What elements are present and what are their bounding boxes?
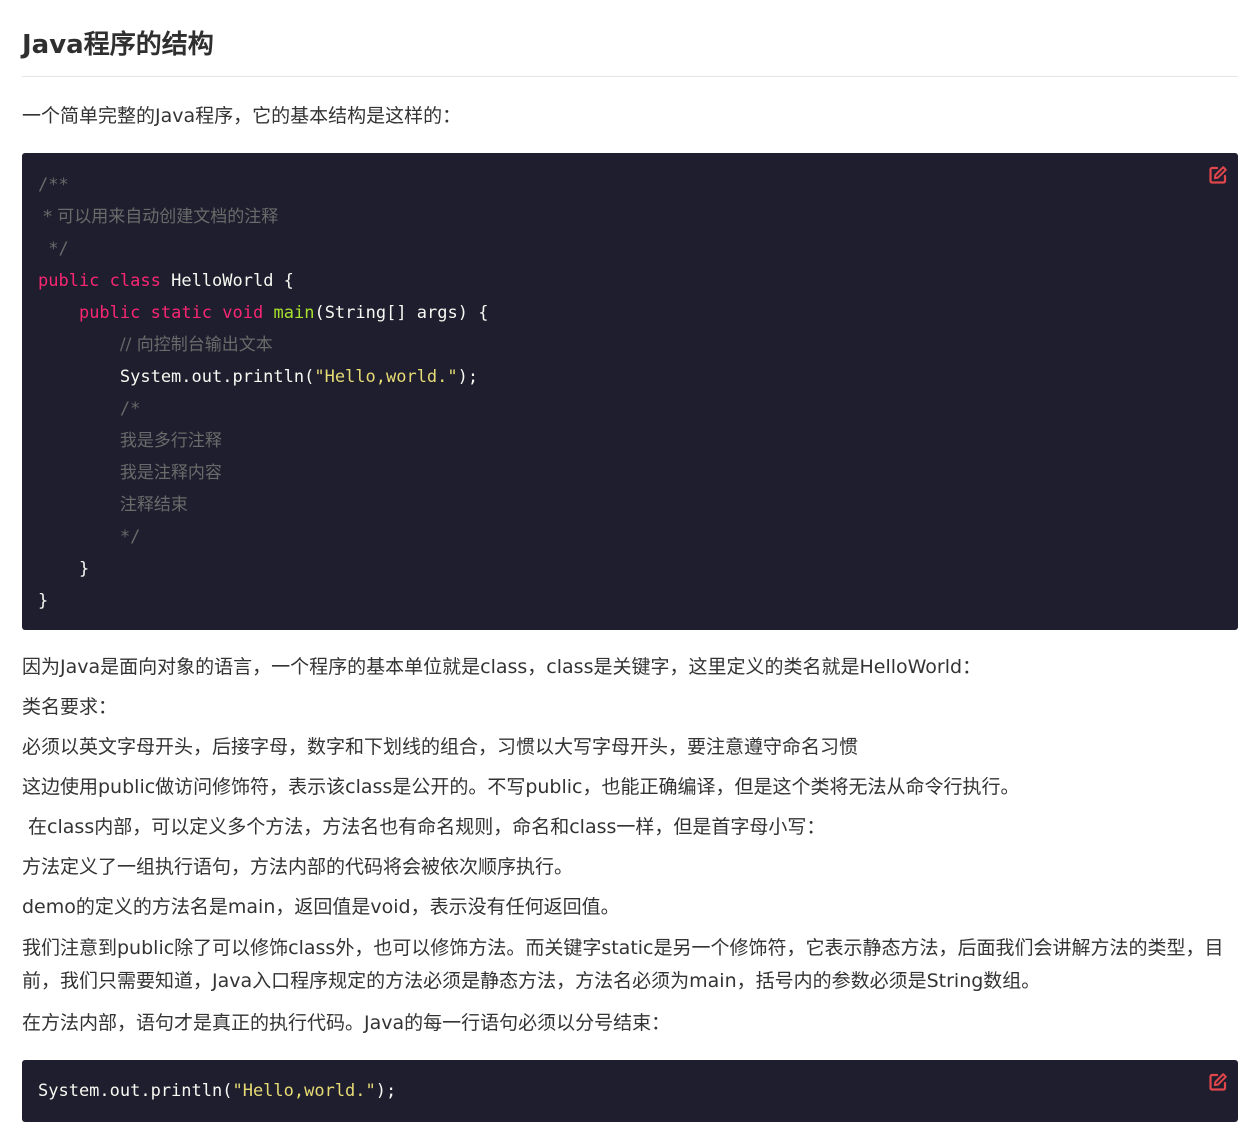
code-token-comment: 我是注释内容 xyxy=(119,463,222,483)
code-token-comment: 注释结束 xyxy=(119,495,188,515)
code-token-comment: */ xyxy=(119,527,141,547)
article: Java程序的结构 一个简单完整的Java程序，它的基本结构是这样的： /** … xyxy=(22,0,1238,1122)
code-token-plain: (String[] args) { xyxy=(314,303,489,323)
paragraph: demo的定义的方法名是main，返回值是void，表示没有任何返回值。 xyxy=(22,896,620,918)
paragraph: 必须以英文字母开头，后接字母，数字和下划线的组合，习惯以大写字母开头，要注意遵守… xyxy=(22,736,859,758)
code-token-comment: */ xyxy=(38,239,69,259)
code-token-comment: 我是多行注释 xyxy=(119,431,222,451)
paragraph: 类名要求： xyxy=(22,696,118,718)
code-line: /** xyxy=(38,169,1222,201)
code-token-comment: * 可以用来自动创建文档的注释 xyxy=(38,207,279,227)
code-token-plain: HelloWorld { xyxy=(160,271,294,291)
code-token-keyword: class xyxy=(109,271,161,291)
body-text: 因为Java是面向对象的语言，一个程序的基本单位就是class，class是关键… xyxy=(22,652,1238,1038)
code-token-plain: } xyxy=(38,559,90,579)
code-token-keyword: public xyxy=(78,303,141,323)
code-line: } xyxy=(38,553,1222,585)
code-line: */ xyxy=(38,521,1222,553)
code-line: public static void main(String[] args) { xyxy=(38,297,1222,329)
code-lines: System.out.println("Hello,world."); xyxy=(38,1075,1222,1107)
code-line: } xyxy=(38,585,1222,617)
code-line: 我是注释内容 xyxy=(38,457,1222,489)
code-line: // 向控制台输出文本 xyxy=(38,329,1222,361)
code-lines: /** * 可以用来自动创建文档的注释 */ public class Hello… xyxy=(38,169,1222,617)
code-line: System.out.println("Hello,world."); xyxy=(38,361,1222,393)
code-token-comment: // 向控制台输出文本 xyxy=(119,335,273,355)
code-token-plain: System.out.println( xyxy=(38,367,315,387)
paragraph: 方法定义了一组执行语句，方法内部的代码将会被依次顺序执行。 xyxy=(22,856,574,878)
intro-text: 一个简单完整的Java程序，它的基本结构是这样的： xyxy=(22,105,462,127)
paragraph: 我们注意到public除了可以修饰class外，也可以修饰方法。而关键字stat… xyxy=(22,937,1224,992)
code-token-keyword: void xyxy=(222,303,264,323)
code-token-comment: /* xyxy=(119,399,141,419)
code-token-plain: ); xyxy=(375,1081,397,1101)
paragraph: 这边使用public做访问修饰符，表示该class是公开的。不写public，也… xyxy=(22,776,1020,798)
code-line: System.out.println("Hello,world."); xyxy=(38,1075,1222,1107)
code-block-println: System.out.println("Hello,world."); xyxy=(22,1060,1238,1122)
code-token-plain: ); xyxy=(457,367,479,387)
code-token-plain: System.out.println( xyxy=(38,1081,233,1101)
edit-icon[interactable] xyxy=(1208,1072,1228,1092)
paragraph: 因为Java是面向对象的语言，一个程序的基本单位就是class，class是关键… xyxy=(22,656,982,678)
code-block-helloworld: /** * 可以用来自动创建文档的注释 */ public class Hello… xyxy=(22,153,1238,630)
code-token-func: main xyxy=(273,303,315,323)
code-token-plain: } xyxy=(38,591,49,611)
paragraph: 在方法内部，语句才是真正的执行代码。Java的每一行语句必须以分号结束： xyxy=(22,1012,671,1034)
code-line: 注释结束 xyxy=(38,489,1222,521)
code-line: public class HelloWorld { xyxy=(38,265,1222,297)
edit-icon[interactable] xyxy=(1208,165,1228,185)
code-token-comment: /** xyxy=(38,175,69,195)
paragraph: 在class内部，可以定义多个方法，方法名也有命名规则，命名和class一样，但… xyxy=(22,816,826,838)
code-token-keyword: static xyxy=(150,303,213,323)
code-line: 我是多行注释 xyxy=(38,425,1222,457)
code-line: */ xyxy=(38,233,1222,265)
code-line: * 可以用来自动创建文档的注释 xyxy=(38,201,1222,233)
code-token-keyword: public xyxy=(38,271,100,291)
code-token-string: "Hello,world." xyxy=(232,1081,376,1101)
code-token-string: "Hello,world." xyxy=(314,367,458,387)
page-title: Java程序的结构 xyxy=(22,0,1238,77)
code-line: /* xyxy=(38,393,1222,425)
